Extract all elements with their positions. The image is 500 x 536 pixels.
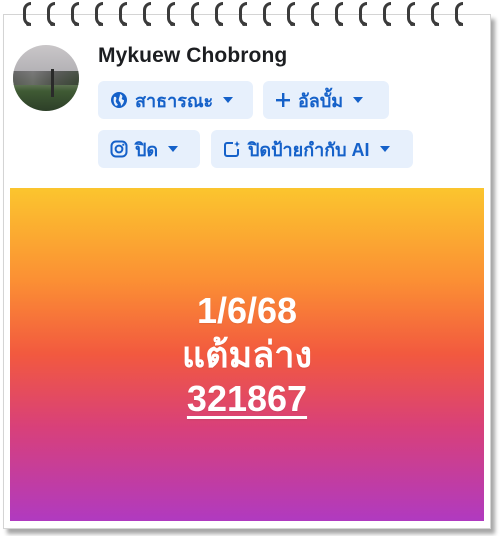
spiral-ring <box>311 2 319 26</box>
spiral-ring <box>455 2 463 26</box>
post-date: 1/6/68 <box>196 289 298 331</box>
plus-icon <box>275 92 291 108</box>
spiral-ring <box>23 2 31 26</box>
post-background[interactable]: 1/6/68 แต้มล่าง 321867 <box>10 188 484 521</box>
chevron-down-icon <box>379 146 390 152</box>
spiral-ring <box>287 2 295 26</box>
ai-label-icon <box>223 140 241 158</box>
spiral-ring <box>383 2 391 26</box>
spiral-ring <box>47 2 55 26</box>
post-number: 321867 <box>186 377 308 419</box>
album-dropdown[interactable]: อัลบั้ม <box>263 81 389 119</box>
spiral-ring <box>167 2 175 26</box>
ai-label-dropdown[interactable]: ปิดป้ายกำกับ AI <box>211 130 413 168</box>
post-caption: แต้มล่าง <box>181 333 313 375</box>
spiral-ring <box>119 2 127 26</box>
spiral-ring <box>143 2 151 26</box>
spiral-ring <box>263 2 271 26</box>
chevron-down-icon <box>168 146 179 152</box>
spiral-ring <box>359 2 367 26</box>
spiral-ring <box>191 2 199 26</box>
profile-name[interactable]: Mykuew Chobrong <box>98 44 287 68</box>
chevron-down-icon <box>353 97 364 103</box>
avatar-scenery <box>13 71 79 85</box>
spiral-ring <box>95 2 103 26</box>
avatar[interactable] <box>13 45 79 111</box>
ai-label-text: ปิดป้ายกำกับ AI <box>248 139 370 160</box>
spiral-ring <box>335 2 343 26</box>
avatar-lamp-post <box>51 69 54 97</box>
album-label: อัลบั้ม <box>298 90 344 111</box>
instagram-label: ปิด <box>135 139 159 160</box>
spiral-ring <box>215 2 223 26</box>
notebook-frame: Mykuew Chobrong สาธารณะ อัลบั้ม ปิด ปิดป… <box>0 0 500 536</box>
audience-label: สาธารณะ <box>135 90 214 111</box>
globe-icon <box>110 91 128 109</box>
instagram-icon <box>110 140 128 158</box>
spiral-ring <box>431 2 439 26</box>
spiral-ring <box>71 2 79 26</box>
audience-dropdown[interactable]: สาธารณะ <box>98 81 253 119</box>
chevron-down-icon <box>223 97 234 103</box>
spiral-binding <box>0 0 500 28</box>
instagram-dropdown[interactable]: ปิด <box>98 130 200 168</box>
spiral-ring <box>239 2 247 26</box>
spiral-ring <box>407 2 415 26</box>
